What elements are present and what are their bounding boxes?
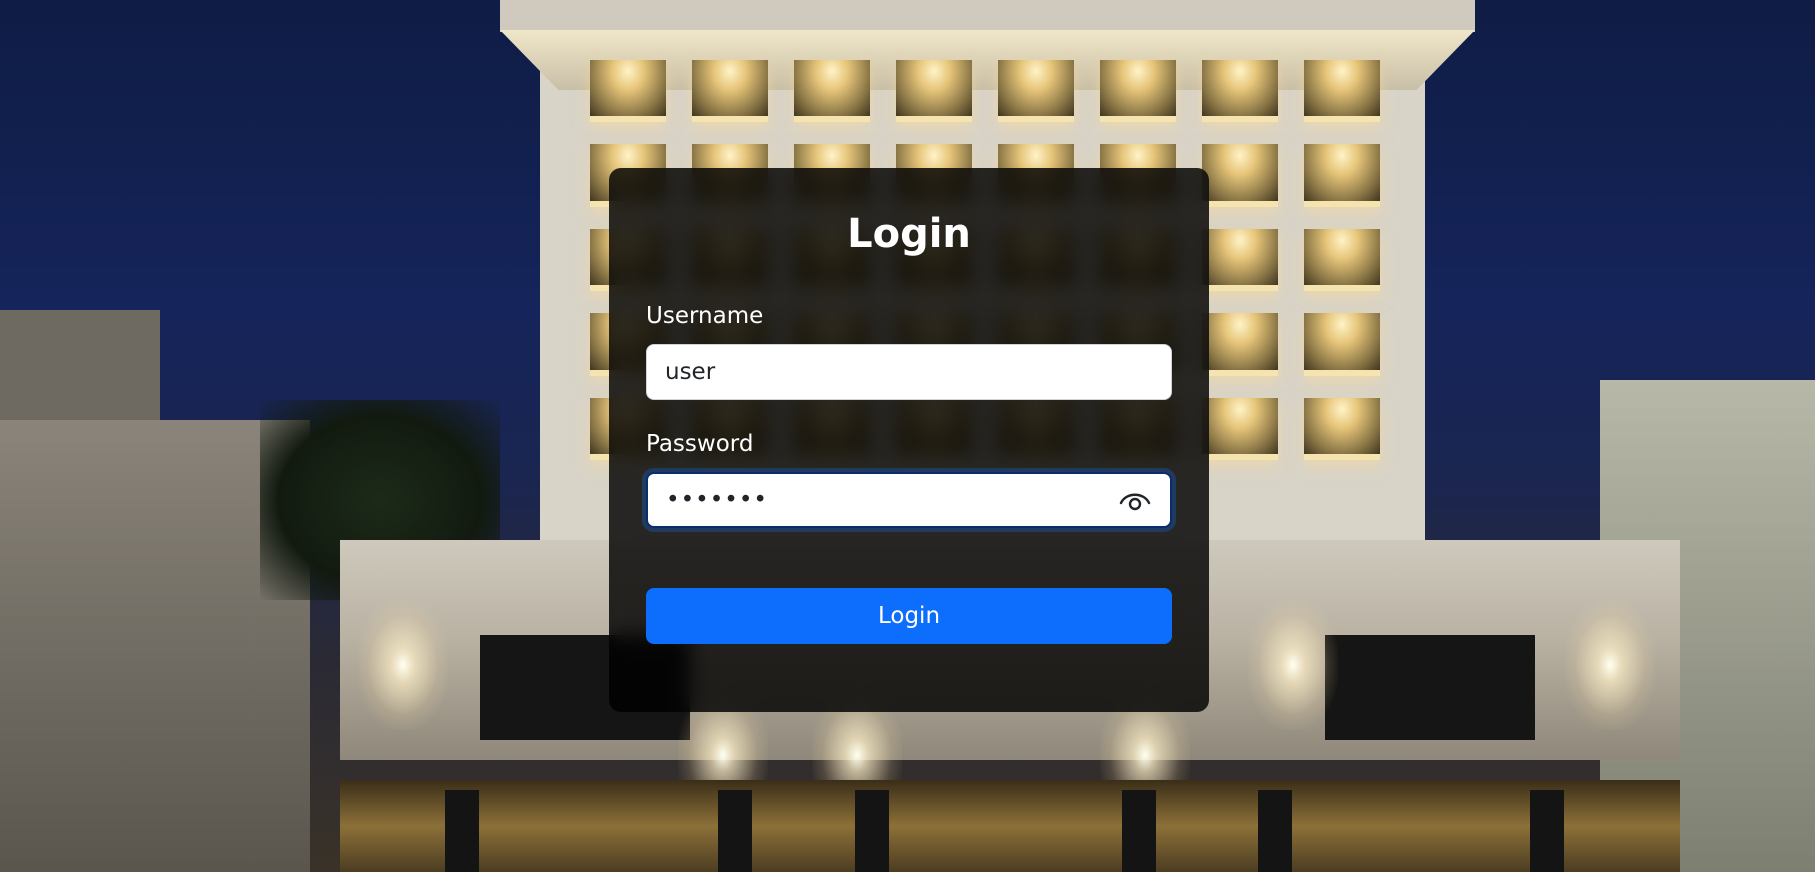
left-building-upper [0, 310, 160, 430]
eye-icon [1119, 493, 1151, 511]
pillar [718, 790, 752, 872]
password-field [646, 472, 1172, 528]
pillar [1258, 790, 1292, 872]
hotel-tower-top [500, 0, 1475, 32]
username-label: Username [646, 303, 764, 329]
login-button[interactable]: Login [646, 588, 1172, 644]
show-password-toggle[interactable] [1118, 486, 1152, 514]
pillar [1530, 790, 1564, 872]
username-input[interactable] [646, 344, 1172, 400]
podium-panel [1325, 635, 1535, 740]
password-input[interactable] [646, 472, 1172, 528]
wall-lamp [1565, 600, 1655, 730]
hotel-lobby [340, 780, 1680, 872]
pillar [855, 790, 889, 872]
password-label: Password [646, 431, 754, 457]
login-title: Login [847, 211, 971, 257]
wall-lamp [1248, 600, 1338, 730]
wall-lamp [358, 600, 448, 730]
login-card: Login Username Password Login [609, 168, 1209, 712]
pillar [1122, 790, 1156, 872]
pillar [445, 790, 479, 872]
